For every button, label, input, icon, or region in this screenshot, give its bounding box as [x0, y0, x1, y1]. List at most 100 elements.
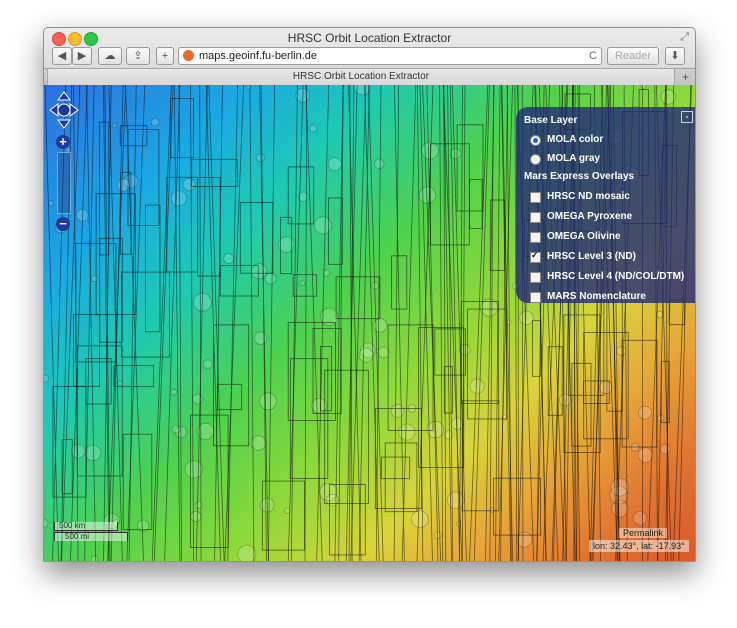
- crater-mark: [84, 444, 102, 462]
- crater-mark: [117, 380, 123, 386]
- orbit-track-line: [485, 85, 495, 561]
- overlays-heading: Mars Express Overlays: [524, 171, 635, 182]
- crater-mark: [259, 392, 277, 411]
- overlay-label: OMEGA Pyroxene: [547, 211, 633, 222]
- orbit-footprint: [469, 179, 483, 229]
- orbit-footprint: [456, 124, 484, 212]
- orbit-track-line: [199, 85, 202, 561]
- crater-mark: [184, 460, 204, 479]
- crater-mark: [253, 331, 268, 345]
- pan-left-icon: [49, 103, 59, 117]
- orbit-track-line: [401, 85, 417, 561]
- orbit-footprint: [384, 442, 418, 513]
- add-bookmark-button[interactable]: +: [156, 47, 174, 65]
- crater-mark: [170, 190, 187, 207]
- crater-mark: [194, 500, 203, 509]
- crater-mark: [197, 422, 215, 440]
- base-layer-label: MOLA color: [547, 134, 604, 145]
- crater-mark: [374, 158, 385, 170]
- scale-line: 500 km 500 mi: [54, 522, 128, 541]
- orbit-track-line: [268, 85, 275, 561]
- crater-mark: [182, 178, 196, 191]
- cloud-tabs-button[interactable]: ☁: [98, 47, 122, 65]
- crater-mark: [251, 263, 268, 280]
- base-layer-heading: Base Layer: [524, 115, 578, 126]
- orbit-footprint: [668, 299, 685, 326]
- orbit-track-line: [153, 85, 174, 561]
- pan-center-icon: [57, 103, 71, 117]
- crater-mark: [202, 359, 213, 370]
- address-url[interactable]: maps.geoinf.fu-berlin.de: [199, 48, 317, 64]
- map-viewport[interactable]: + − - Base Layer MOLA color MOLA gray Ma…: [44, 85, 695, 561]
- pan-control[interactable]: [48, 90, 80, 130]
- orbit-track-line: [208, 85, 225, 561]
- crater-mark: [411, 510, 429, 528]
- orbit-track-line: [469, 85, 489, 561]
- checkbox-icon[interactable]: [530, 232, 541, 243]
- address-bar[interactable]: maps.geoinf.fu-berlin.de C: [178, 47, 602, 65]
- checkbox-icon[interactable]: [530, 272, 541, 283]
- orbit-footprint: [52, 385, 87, 498]
- share-button[interactable]: ⇪: [126, 47, 150, 65]
- crater-mark: [299, 280, 306, 287]
- title-bar: HRSC Orbit Location Extractor ⤢ ◀ ▶ ☁ ⇪ …: [44, 28, 695, 86]
- crater-mark: [390, 403, 405, 418]
- zoom-in-button[interactable]: +: [56, 135, 70, 149]
- orbit-track-line: [495, 85, 501, 561]
- orbit-footprint: [239, 202, 274, 274]
- fullscreen-icon[interactable]: ⤢: [680, 31, 689, 44]
- site-favicon-icon: [183, 50, 194, 61]
- permalink-link[interactable]: Permalink: [619, 528, 668, 538]
- downloads-button[interactable]: ⬇: [665, 47, 685, 65]
- orbit-footprint: [217, 383, 243, 411]
- pan-arrows-icon: [49, 91, 79, 129]
- mouse-position-readout: lon: 32.43°, lat: -17.93°: [589, 540, 689, 552]
- crater-mark: [637, 447, 654, 463]
- checkbox-icon[interactable]: [530, 212, 541, 223]
- overlay-label: HRSC Level 4 (ND/COL/DTM): [547, 271, 685, 282]
- crater-mark: [451, 417, 464, 430]
- crater-mark: [171, 424, 181, 434]
- orbit-track-line: [126, 85, 146, 561]
- radio-icon[interactable]: [530, 135, 541, 146]
- radio-icon[interactable]: [530, 154, 541, 165]
- orbit-track-line: [338, 85, 344, 561]
- orbit-footprint: [289, 358, 329, 479]
- layer-switcher-minimize-button[interactable]: -: [681, 111, 693, 123]
- crater-mark: [434, 531, 442, 539]
- tab-hrsc[interactable]: HRSC Orbit Location Extractor: [47, 69, 675, 85]
- orbit-footprint: [621, 339, 658, 448]
- orbit-track-line: [70, 85, 88, 561]
- crater-mark: [640, 85, 647, 89]
- orbit-track-line: [358, 85, 370, 561]
- orbit-track-line: [227, 85, 238, 561]
- orbit-track-line: [164, 85, 181, 561]
- orbit-track-line: [439, 85, 444, 561]
- crater-mark: [70, 443, 86, 459]
- zoom-control: + −: [56, 135, 71, 231]
- reload-icon[interactable]: C: [589, 48, 597, 64]
- crater-mark: [44, 518, 49, 528]
- new-tab-button[interactable]: +: [682, 69, 689, 85]
- crater-mark: [47, 200, 54, 207]
- forward-button[interactable]: ▶: [72, 47, 92, 65]
- reader-button[interactable]: Reader: [607, 47, 659, 65]
- layer-switcher: - Base Layer MOLA color MOLA gray Mars E…: [516, 107, 695, 303]
- orbit-footprint: [467, 308, 507, 420]
- zoom-out-button[interactable]: −: [56, 217, 70, 231]
- crater-mark: [327, 157, 342, 172]
- zoom-slider[interactable]: [57, 152, 71, 214]
- orbit-footprint: [191, 158, 238, 187]
- checkbox-icon[interactable]: [530, 250, 541, 263]
- orbit-track-line: [86, 85, 97, 561]
- back-button[interactable]: ◀: [52, 47, 72, 65]
- orbit-track-line: [393, 85, 400, 561]
- crater-mark: [150, 117, 160, 127]
- crater-mark: [91, 275, 99, 283]
- crater-mark: [371, 281, 380, 290]
- crater-mark: [559, 393, 572, 407]
- orbit-track-line: [224, 85, 244, 561]
- checkbox-icon[interactable]: [530, 192, 541, 203]
- checkbox-icon[interactable]: [530, 292, 541, 303]
- crater-mark: [418, 186, 437, 204]
